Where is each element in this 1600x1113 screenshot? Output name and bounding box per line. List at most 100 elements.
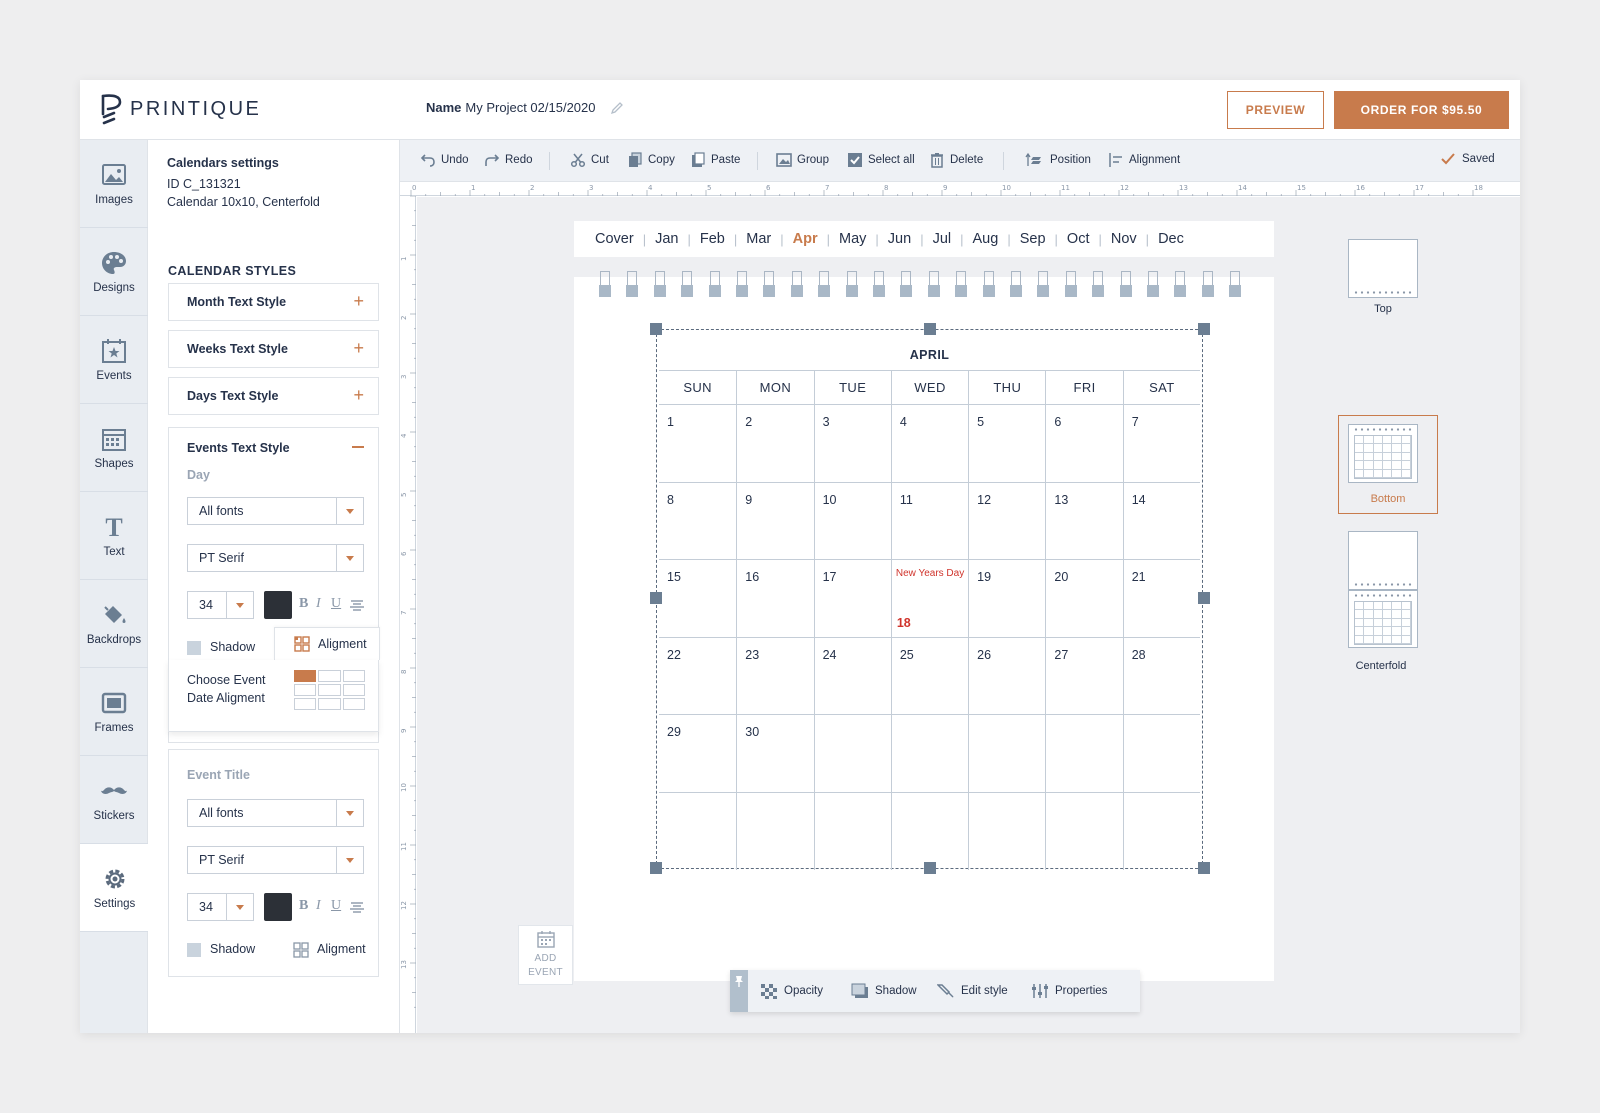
group-button[interactable]: Group [776, 152, 829, 168]
select-all-button[interactable]: Select all [847, 152, 915, 168]
calendar-day-cell[interactable]: 22 [659, 638, 736, 715]
font-group-select[interactable]: All fonts [187, 799, 364, 827]
delete-button[interactable]: Delete [929, 152, 983, 168]
calendar-day-cell[interactable] [736, 792, 813, 870]
calendar-day-cell[interactable]: 26 [968, 637, 1045, 714]
calendar-day-cell[interactable]: 28 [1122, 637, 1200, 714]
sidebar-item-frames[interactable]: Frames [80, 668, 148, 756]
calendar-day-cell[interactable] [1045, 792, 1122, 870]
position-button[interactable]: Position [1021, 152, 1091, 168]
accordion-month-text-style[interactable]: Month Text Style + [168, 283, 379, 321]
bold-button[interactable]: B [299, 596, 308, 612]
calendar-day-cell[interactable]: 2 [736, 405, 813, 482]
calendar-day-cell[interactable]: 30 [736, 715, 813, 792]
calendar-day-cell[interactable]: 17 [813, 560, 891, 637]
order-button[interactable]: ORDER FOR $95.50 [1334, 91, 1509, 129]
font-size-select[interactable]: 34 [187, 591, 254, 619]
font-size-select[interactable]: 34 [187, 893, 254, 921]
calendar-day-cell[interactable]: 25 [890, 637, 968, 714]
properties-button[interactable]: Properties [1031, 983, 1107, 999]
underline-button[interactable]: U [331, 596, 341, 612]
align-middle-right[interactable] [342, 684, 365, 696]
calendar-day-cell[interactable] [813, 792, 891, 870]
sidebar-item-text[interactable]: T Text [80, 492, 148, 580]
calendar-day-cell[interactable] [890, 715, 968, 792]
tab-month-feb[interactable]: Feb [700, 231, 725, 247]
tab-month-aug[interactable]: Aug [973, 231, 999, 247]
strikethrough-icon[interactable] [350, 599, 364, 613]
calendar-day-cell[interactable]: 21 [1122, 560, 1200, 637]
calendar-day-cell[interactable]: 5 [968, 405, 1045, 482]
calendar-day-cell[interactable]: 1 [659, 405, 736, 482]
sidebar-item-events[interactable]: Events [80, 316, 148, 404]
alignment-tab[interactable]: Aligment [274, 627, 380, 660]
redo-button[interactable]: Redo [484, 152, 533, 168]
sidebar-item-settings[interactable]: Settings [80, 844, 149, 932]
calendar-day-cell[interactable]: 10 [813, 482, 891, 559]
copy-button[interactable]: Copy [627, 152, 675, 168]
calendar-day-cell[interactable]: 20 [1045, 560, 1122, 637]
tab-month-sep[interactable]: Sep [1020, 231, 1046, 247]
opacity-button[interactable]: Opacity [760, 983, 823, 999]
sidebar-item-designs[interactable]: Designs [80, 228, 148, 316]
calendar-day-cell[interactable]: 3 [813, 405, 891, 482]
calendar-day-cell[interactable] [890, 792, 968, 870]
font-group-select[interactable]: All fonts [187, 497, 364, 525]
project-name[interactable]: Name My Project 02/15/2020 [426, 100, 624, 115]
undo-button[interactable]: Undo [420, 152, 469, 168]
sidebar-item-backdrops[interactable]: Backdrops [80, 580, 148, 668]
calendar-day-cell[interactable] [659, 793, 736, 871]
resize-handle-top-right[interactable] [1198, 323, 1210, 335]
align-middle-center[interactable] [318, 684, 341, 696]
color-swatch[interactable] [264, 591, 292, 619]
alignment-picker[interactable] [294, 670, 365, 710]
calendar-day-cell[interactable]: 7 [1122, 405, 1200, 482]
calendar-day-cell[interactable]: 8 [659, 483, 736, 560]
paste-button[interactable]: Paste [690, 152, 740, 168]
tab-month-may[interactable]: May [839, 231, 866, 247]
add-event-button[interactable]: ADD EVENT [518, 925, 573, 985]
tab-month-jan[interactable]: Jan [655, 231, 678, 247]
layout-thumb-bottom[interactable] [1348, 424, 1418, 483]
layout-thumb-top[interactable] [1348, 239, 1418, 298]
calendar-day-cell[interactable]: 19 [968, 560, 1045, 637]
calendar-day-cell[interactable]: 14 [1122, 482, 1200, 559]
align-top-right[interactable] [342, 670, 365, 682]
calendar-day-cell[interactable]: 29 [659, 715, 736, 792]
minus-icon[interactable] [352, 446, 364, 448]
font-family-select[interactable]: PT Serif [187, 846, 364, 874]
align-bottom-center[interactable] [318, 698, 341, 710]
tab-month-nov[interactable]: Nov [1111, 231, 1137, 247]
calendar-selection[interactable]: APRIL SUN MON TUE WED THU FRI SAT 1 2 3 4 5 6 7 8 9 10 1… [650, 323, 1210, 874]
alignment-grid-icon[interactable] [293, 942, 309, 958]
align-bottom-right[interactable] [342, 698, 365, 710]
calendar-day-cell[interactable] [968, 715, 1045, 792]
calendar-day-cell[interactable]: 15 [659, 560, 736, 637]
alignment-label[interactable]: Aligment [317, 942, 366, 956]
calendar-day-cell[interactable] [1045, 715, 1122, 792]
calendar-day-cell[interactable] [1122, 792, 1200, 870]
font-family-select[interactable]: PT Serif [187, 544, 364, 572]
tab-month-jun[interactable]: Jun [888, 231, 911, 247]
align-top-center[interactable] [318, 670, 341, 682]
calendar-day-cell[interactable]: 6 [1045, 405, 1122, 482]
color-swatch[interactable] [264, 893, 292, 921]
accordion-days-text-style[interactable]: Days Text Style + [168, 377, 379, 415]
calendar-day-cell[interactable] [968, 792, 1045, 870]
calendar-day-cell[interactable] [813, 715, 891, 792]
calendar-day-cell[interactable]: 23 [736, 637, 813, 714]
edit-style-button[interactable]: Edit style [937, 983, 1008, 999]
calendar-day-cell[interactable]: 24 [813, 637, 891, 714]
calendar-day-cell[interactable] [1122, 715, 1200, 792]
accordion-label[interactable]: Events Text Style [187, 441, 290, 455]
resize-handle-top-left[interactable] [650, 323, 662, 335]
italic-button[interactable]: I [316, 898, 321, 914]
shadow-button[interactable]: Shadow [851, 983, 917, 999]
calendar-day-cell[interactable]: 9 [736, 482, 813, 559]
shadow-checkbox[interactable] [187, 943, 201, 957]
sidebar-item-stickers[interactable]: Stickers [80, 756, 148, 844]
shadow-checkbox[interactable] [187, 641, 201, 655]
layout-thumb-centerfold-top[interactable] [1348, 531, 1418, 590]
logo[interactable]: PRINTIQUE [100, 92, 261, 126]
tab-month-cover[interactable]: Cover [595, 231, 634, 247]
